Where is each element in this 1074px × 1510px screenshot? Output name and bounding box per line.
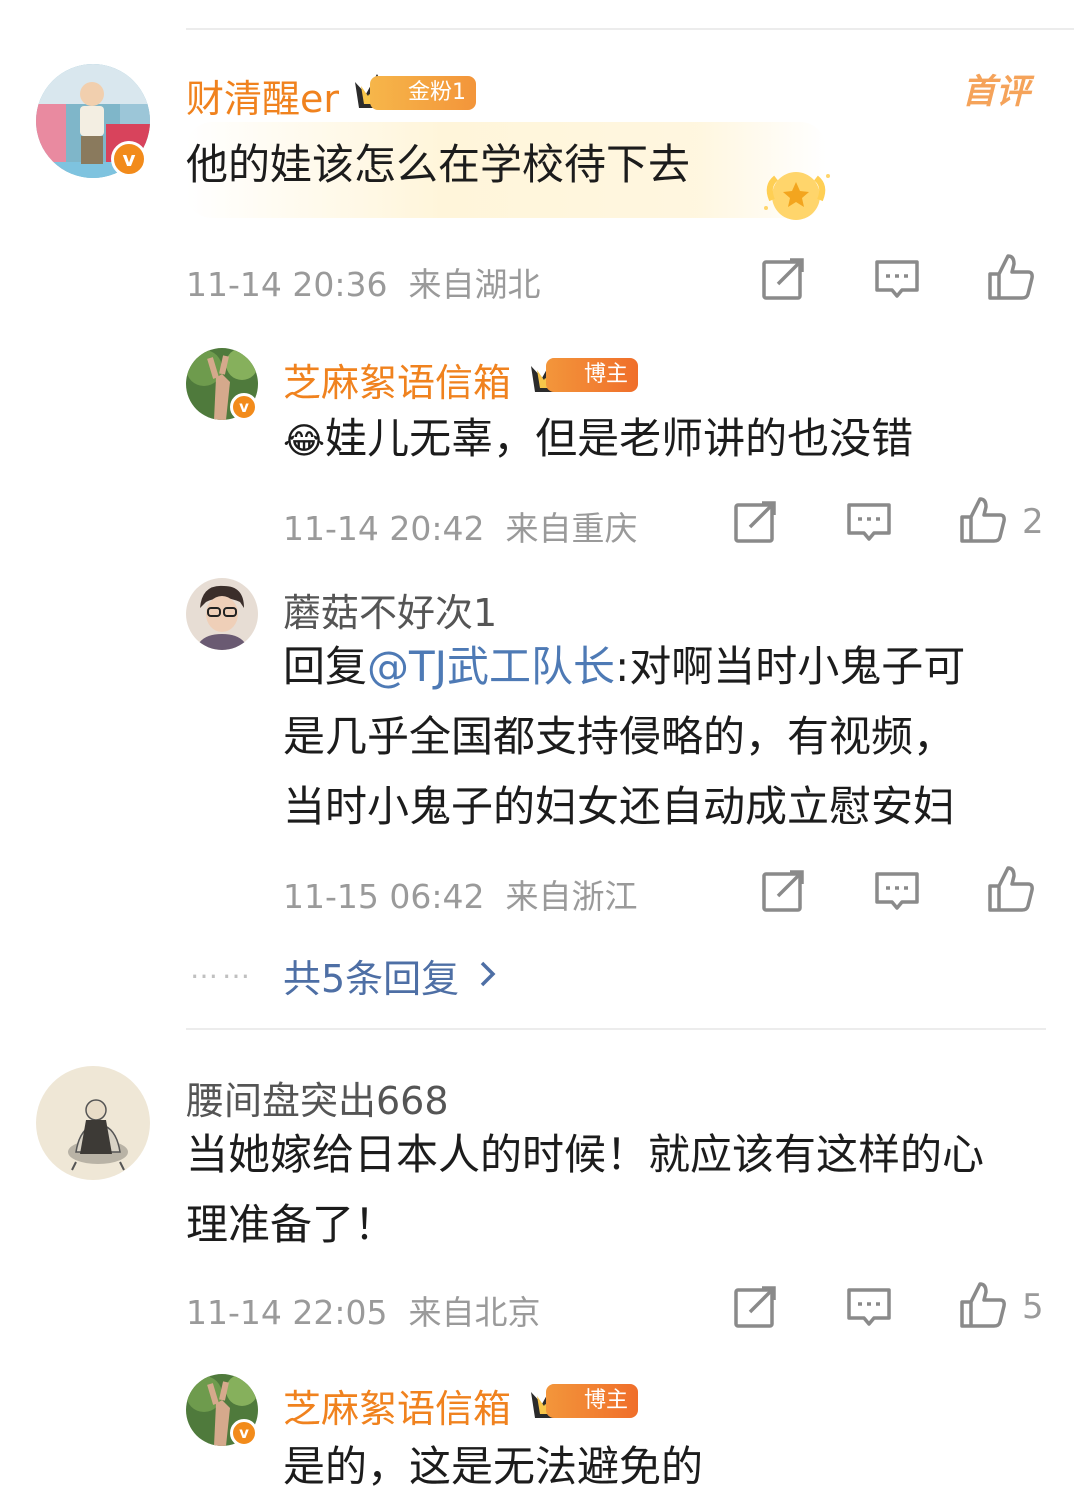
username[interactable]: 芝麻絮语信箱	[283, 1378, 511, 1433]
reply-text-line2: 是几乎全国都支持侵略的，有视频，	[283, 712, 956, 761]
reply-time: 11-15 06:42 来自浙江	[283, 877, 638, 916]
repost-icon[interactable]	[758, 254, 808, 304]
like-count: 5	[1022, 1287, 1044, 1327]
username[interactable]: 财清醒er	[186, 68, 339, 123]
like-count: 2	[1022, 502, 1044, 542]
comment-time: 11-14 20:36 来自湖北	[186, 265, 541, 304]
reply-text-line3: 当时小鬼子的妇女还自动成立慰安妇	[283, 782, 956, 831]
comment-text: 他的娃该怎么在学校待下去	[186, 140, 691, 189]
reply-text: 是的，这是无法避免的	[283, 1442, 704, 1491]
comment-icon[interactable]	[872, 254, 922, 304]
comment-icon[interactable]	[844, 497, 894, 547]
verified-v-icon: v	[230, 1419, 258, 1447]
comment-divider	[186, 1028, 1046, 1030]
reply-text: 😂娃儿无辜，但是老师讲的也没错	[283, 414, 914, 463]
medal-icon	[764, 172, 830, 220]
ellipsis: ……	[190, 952, 254, 985]
mention-link[interactable]: @TJ武工队长	[367, 642, 615, 691]
reply-text-line1: 回复@TJ武工队长:对啊当时小鬼子可	[283, 642, 966, 691]
comment-time: 11-14 22:05 来自北京	[186, 1293, 541, 1332]
chevron-right-icon[interactable]	[476, 958, 500, 990]
top-divider	[186, 28, 1074, 30]
like-icon[interactable]	[958, 1280, 1008, 1330]
first-comment-badge: 首评	[962, 72, 1030, 112]
laugh-cry-emoji: 😂	[283, 421, 326, 462]
more-replies-link[interactable]: 共5条回复	[283, 948, 459, 1003]
username[interactable]: 芝麻絮语信箱	[283, 352, 511, 407]
comment-icon[interactable]	[872, 866, 922, 916]
blogger-badge: 博主	[546, 358, 639, 392]
repost-icon[interactable]	[730, 1282, 780, 1332]
repost-icon[interactable]	[758, 866, 808, 916]
username[interactable]: 蘑菇不好次1	[283, 582, 497, 637]
like-icon[interactable]	[986, 252, 1036, 302]
comment-text-line1: 当她嫁给日本人的时候！就应该有这样的心	[186, 1130, 985, 1179]
comment-text-line2: 理准备了！	[186, 1200, 397, 1249]
fan-badge: 金粉1	[370, 76, 476, 110]
comment-icon[interactable]	[844, 1282, 894, 1332]
reply-time: 11-14 20:42 来自重庆	[283, 509, 638, 548]
verified-v-icon: v	[230, 393, 258, 421]
verified-v-icon: v	[111, 141, 147, 177]
like-icon[interactable]	[958, 495, 1008, 545]
blogger-badge: 博主	[546, 1384, 639, 1418]
avatar[interactable]	[36, 1066, 150, 1180]
username[interactable]: 腰间盘突出668	[186, 1070, 449, 1125]
like-icon[interactable]	[986, 864, 1036, 914]
repost-icon[interactable]	[730, 497, 780, 547]
avatar[interactable]	[186, 578, 258, 650]
